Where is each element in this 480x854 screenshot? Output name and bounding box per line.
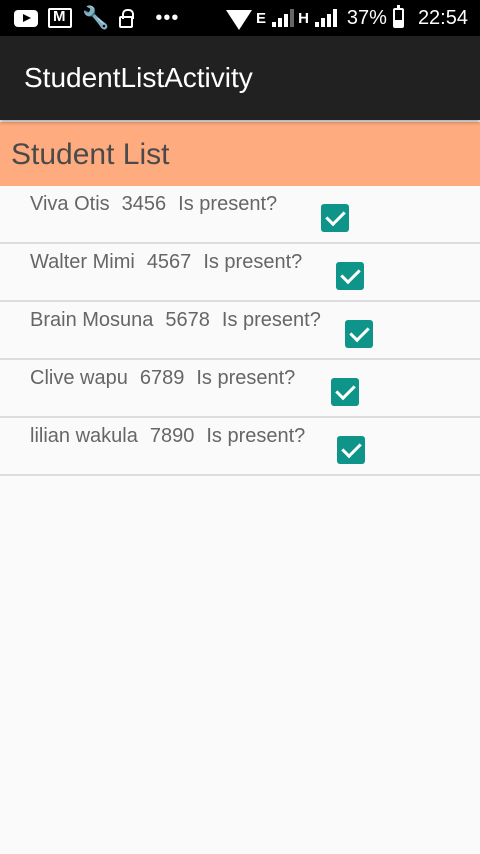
present-label: Is present? bbox=[206, 425, 306, 447]
app-bar: StudentListActivity bbox=[0, 36, 480, 120]
battery-icon bbox=[392, 5, 404, 28]
student-row: lilian wakula 7890 Is present? bbox=[0, 418, 480, 476]
present-checkbox[interactable] bbox=[321, 204, 349, 232]
student-name: Walter Mimi bbox=[30, 251, 135, 273]
wifi-icon bbox=[226, 10, 253, 30]
present-label: Is present? bbox=[221, 309, 321, 331]
status-bar: 🔧 ••• E H 37% 22:54 bbox=[0, 0, 480, 36]
present-checkbox[interactable] bbox=[337, 436, 365, 464]
student-info: Brain Mosuna 5678 Is present? bbox=[30, 309, 333, 332]
student-info: lilian wakula 7890 Is present? bbox=[30, 425, 317, 448]
youtube-icon bbox=[14, 9, 38, 27]
student-id: 5678 bbox=[165, 309, 210, 331]
student-row: Walter Mimi 4567 Is present? bbox=[0, 244, 480, 302]
signal-icon bbox=[314, 9, 337, 27]
system-icons: E H 37% 22:54 bbox=[226, 0, 468, 36]
wrench-icon: 🔧 bbox=[82, 5, 110, 30]
student-list: Viva Otis 3456 Is present? Walter Mimi 4567… bbox=[0, 186, 480, 476]
student-info: Viva Otis 3456 Is present? bbox=[30, 193, 289, 216]
present-checkbox[interactable] bbox=[336, 262, 364, 290]
network-type-label: H bbox=[298, 9, 309, 27]
student-id: 6789 bbox=[139, 367, 185, 389]
student-id: 3456 bbox=[121, 193, 167, 215]
mail-icon bbox=[48, 8, 72, 28]
student-row: Viva Otis 3456 Is present? bbox=[0, 186, 480, 244]
student-row: Clive wapu 6789 Is present? bbox=[0, 360, 480, 418]
list-header: Student List bbox=[0, 122, 480, 186]
student-name: Viva Otis bbox=[30, 193, 110, 215]
app-title: StudentListActivity bbox=[24, 62, 253, 93]
student-row: Brain Mosuna 5678 Is present? bbox=[0, 302, 480, 360]
present-checkbox[interactable] bbox=[331, 378, 359, 406]
present-label: Is present? bbox=[178, 193, 278, 215]
network-type-label: E bbox=[256, 9, 267, 27]
student-id: 7890 bbox=[149, 425, 195, 447]
present-label: Is present? bbox=[196, 367, 296, 389]
present-checkbox[interactable] bbox=[345, 320, 373, 348]
student-info: Clive wapu 6789 Is present? bbox=[30, 367, 307, 390]
student-info: Walter Mimi 4567 Is present? bbox=[30, 251, 314, 274]
more-dots-icon: ••• bbox=[155, 6, 180, 29]
present-label: Is present? bbox=[203, 251, 303, 273]
clock: 22:54 bbox=[417, 6, 468, 29]
student-name: lilian wakula bbox=[30, 425, 138, 447]
student-name: Brain Mosuna bbox=[30, 309, 154, 331]
student-name: Clive wapu bbox=[30, 367, 128, 389]
signal-icon bbox=[272, 9, 295, 27]
student-id: 4567 bbox=[146, 251, 192, 273]
lock-icon bbox=[119, 9, 135, 28]
list-header-title: Student List bbox=[11, 138, 170, 171]
notification-icons: 🔧 ••• bbox=[14, 0, 179, 36]
battery-percent: 37% bbox=[346, 6, 387, 29]
